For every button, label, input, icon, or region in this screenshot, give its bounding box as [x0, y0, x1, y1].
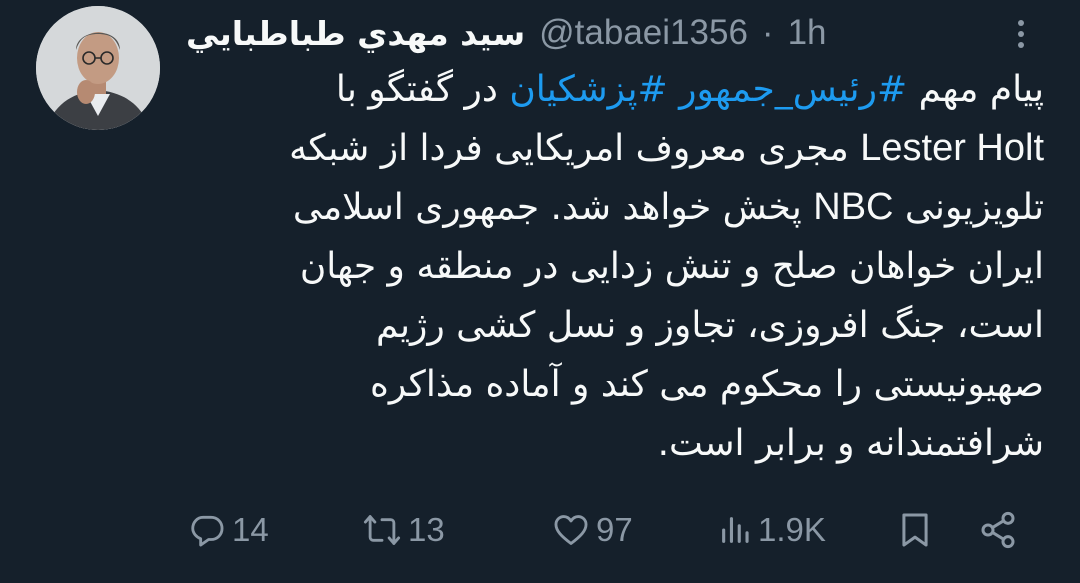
tweet-header: سيد مهدي طباطبايي @tabaei1356 · 1h — [186, 6, 906, 60]
hashtag-link[interactable]: #پزشکیان — [509, 69, 667, 110]
retweet-icon — [363, 515, 401, 545]
tweet-actions: 14 13 97 1.9K — [0, 500, 1080, 560]
share-icon — [981, 511, 1015, 549]
avatar-photo — [36, 6, 160, 130]
bookmark-button[interactable] — [896, 508, 934, 552]
author-display-name[interactable]: سيد مهدي طباطبايي — [186, 14, 525, 53]
meta-separator: · — [761, 13, 774, 52]
heart-icon — [554, 515, 588, 545]
avatar[interactable] — [36, 6, 160, 130]
tweet: سيد مهدي طباطبايي @tabaei1356 · 1h پیام … — [0, 0, 1080, 583]
bookmark-icon — [902, 513, 928, 547]
tweet-text: پیام مهم #رئیس_جمهور #پزشکیان در گفتگو ب… — [186, 60, 1044, 473]
tweet-line: Lester Holt مجری معروف امریکایی فردا از … — [289, 127, 1044, 169]
tweet-line: ایران خواهان صلح و تنش زدایی در منطقه و … — [299, 246, 1044, 287]
retweet-count: 13 — [408, 511, 445, 548]
share-button[interactable] — [978, 508, 1018, 552]
reply-count: 14 — [232, 511, 269, 548]
like-button[interactable]: 97 — [552, 508, 633, 552]
like-count: 97 — [596, 511, 633, 548]
views-button[interactable]: 1.9K — [718, 508, 826, 552]
views-count: 1.9K — [758, 511, 826, 548]
more-icon[interactable] — [1006, 14, 1036, 54]
tweet-timestamp[interactable]: 1h — [788, 13, 827, 53]
tweet-line: پیام مهم #رئیس_جمهور #پزشکیان در گفتگو ب… — [335, 69, 1044, 110]
tweet-line: صهیونیستی را محکوم می کند و آماده مذاکره — [369, 364, 1044, 405]
views-icon — [722, 517, 749, 543]
tweet-line: شرافتمندانه و برابر است. — [657, 423, 1044, 464]
tweet-line: تلویزیونی NBC پخش خواهد شد. جمهوری اسلام… — [292, 186, 1044, 228]
hashtag-link[interactable]: #رئیس_جمهور — [679, 69, 907, 110]
author-handle[interactable]: @tabaei1356 — [539, 13, 748, 53]
reply-icon — [191, 515, 224, 547]
reply-button[interactable]: 14 — [188, 508, 269, 552]
tweet-line: است، جنگ افروزی، تجاوز و نسل کشی رژیم — [375, 305, 1044, 346]
retweet-button[interactable]: 13 — [362, 508, 445, 552]
